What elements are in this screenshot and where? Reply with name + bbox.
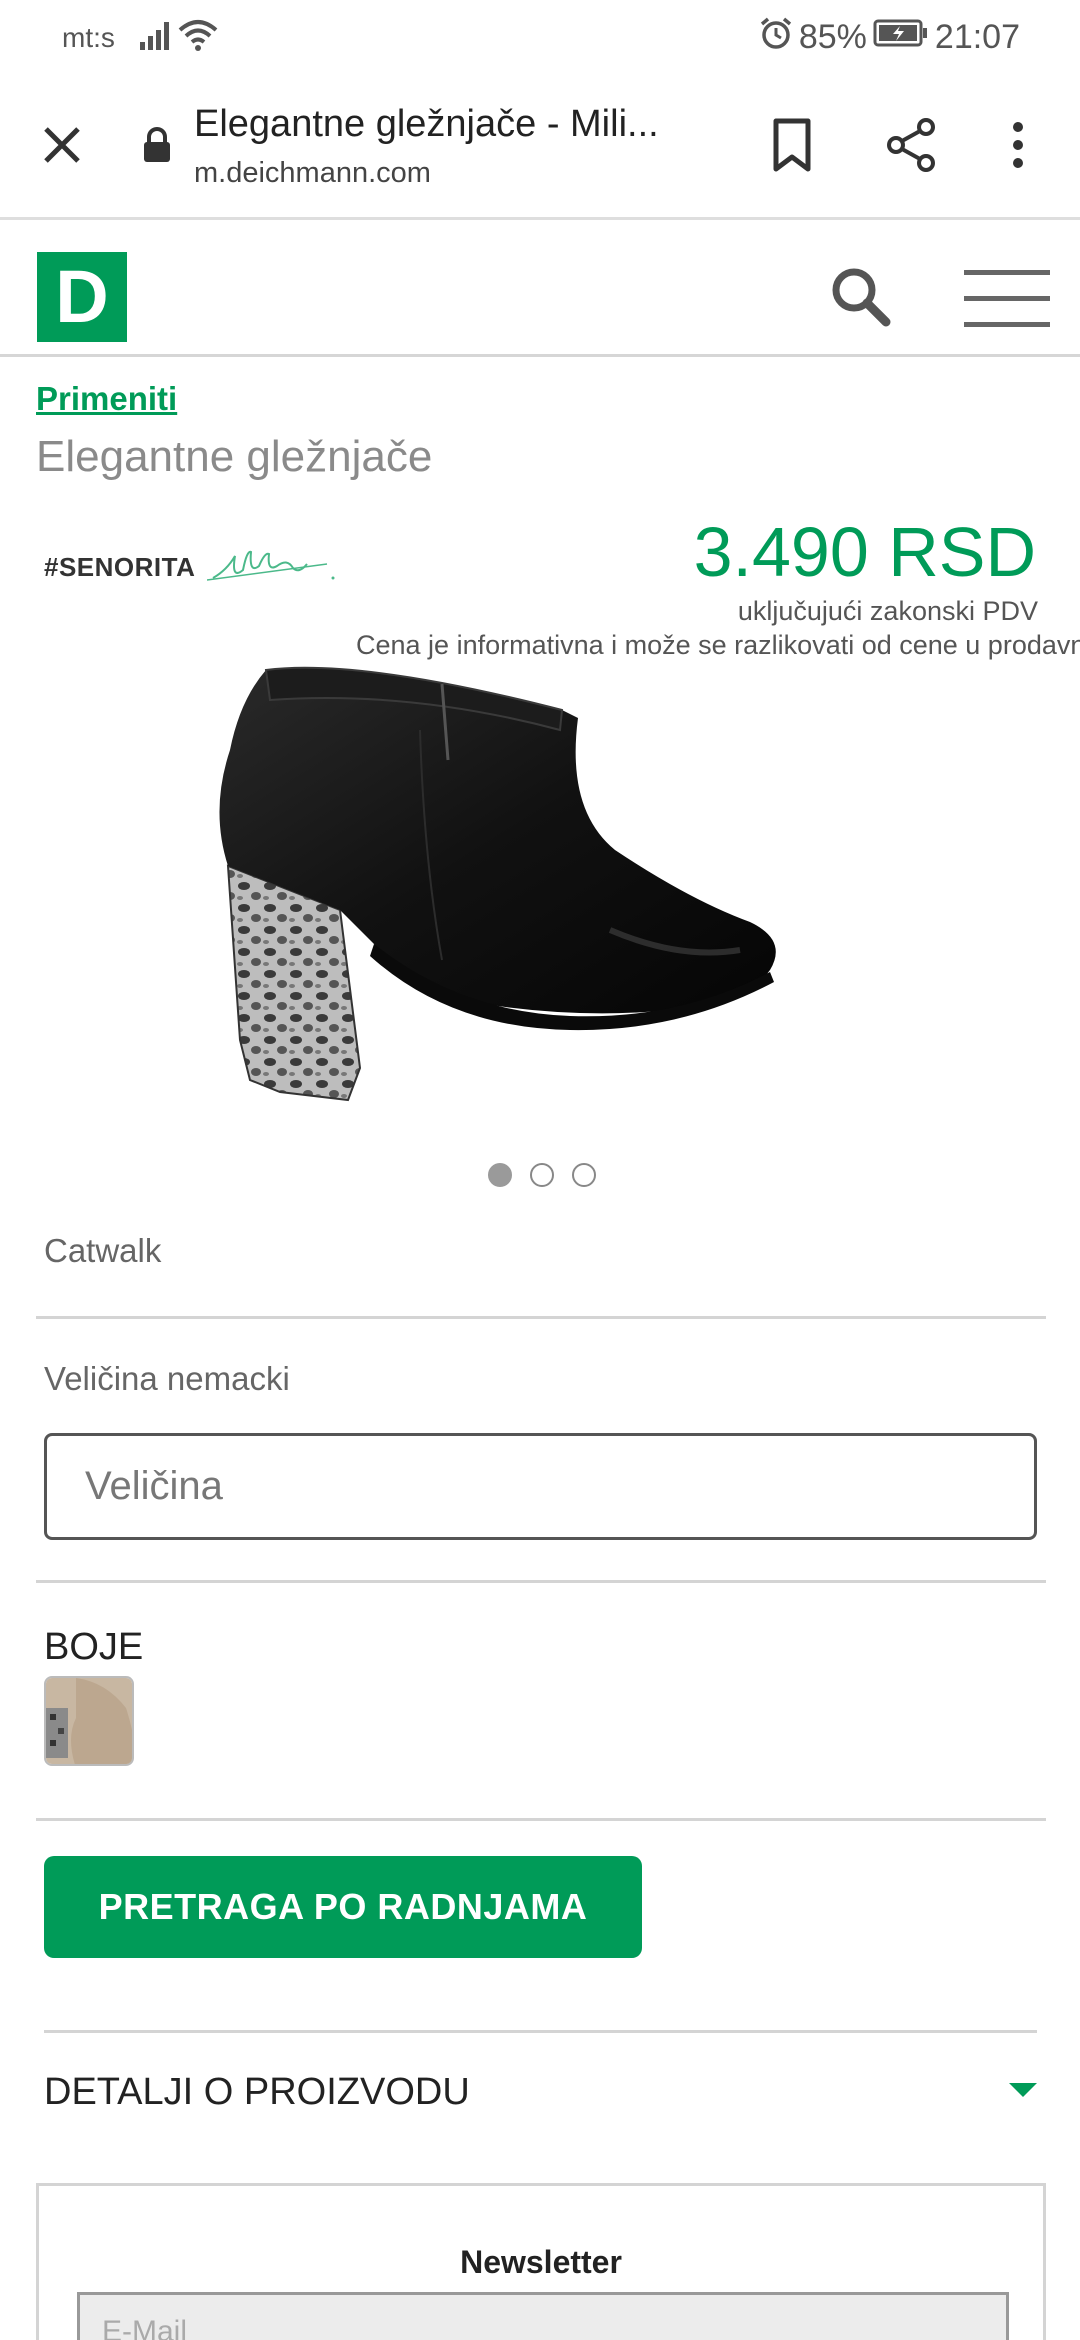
- more-vert-icon[interactable]: [1008, 117, 1028, 178]
- divider: [36, 1316, 1046, 1319]
- product-title: Elegantne gležnjače: [36, 432, 433, 481]
- image-pager: [488, 1163, 596, 1187]
- size-label: Veličina nemacki: [44, 1360, 290, 1397]
- brand-tag-text: #SENORITA: [44, 552, 196, 582]
- product-details-label: DETALJI O PROIZVODU: [44, 2070, 470, 2113]
- price-disclaimer: Cena je informativna i može se razlikova…: [356, 630, 1080, 660]
- browser-toolbar: Elegantne gležnjače - Mili... m.deichman…: [0, 75, 1080, 220]
- divider: [36, 1818, 1046, 1821]
- deichmann-logo[interactable]: D: [37, 252, 127, 342]
- signal-icon: [140, 20, 174, 55]
- close-icon[interactable]: [36, 119, 88, 171]
- breadcrumb-link[interactable]: Primeniti: [36, 380, 177, 418]
- alarm-icon: [759, 16, 793, 59]
- signature-icon: [207, 540, 347, 595]
- pager-dot[interactable]: [572, 1163, 596, 1187]
- vat-note: uključujući zakonski PDV: [737, 596, 1038, 626]
- brand-tag-logo: #SENORITA: [44, 540, 347, 595]
- search-icon[interactable]: [828, 264, 892, 333]
- logo-letter: D: [55, 255, 109, 338]
- newsletter-title: Newsletter: [460, 2244, 622, 2280]
- pager-dot[interactable]: [488, 1163, 512, 1187]
- clock-time: 21:07: [934, 18, 1020, 56]
- color-swatch-beige[interactable]: [44, 1676, 134, 1766]
- battery-percent: 85%: [798, 18, 867, 56]
- newsletter-email-field[interactable]: [77, 2292, 1009, 2340]
- divider: [36, 1580, 1046, 1583]
- status-bar: mt:s 85% 21:07: [0, 0, 1080, 75]
- chevron-down-icon: [1009, 2081, 1037, 2104]
- size-select[interactable]: [44, 1433, 1037, 1540]
- site-header: D: [0, 220, 1080, 357]
- product-price: 3.490 RSD: [693, 513, 1036, 591]
- pager-dot[interactable]: [530, 1163, 554, 1187]
- colors-label: BOJE: [44, 1626, 144, 1668]
- battery-icon: [873, 18, 929, 57]
- product-details-toggle[interactable]: DETALJI O PROIZVODU: [44, 2032, 1037, 2152]
- store-search-button[interactable]: PRETRAGA PO RADNJAMA: [44, 1856, 642, 1958]
- product-brand: Catwalk: [44, 1232, 162, 1269]
- lock-icon: [142, 127, 172, 168]
- hamburger-menu-icon[interactable]: [964, 268, 1050, 333]
- browser-url[interactable]: m.deichmann.com: [194, 157, 431, 190]
- browser-tab-title[interactable]: Elegantne gležnjače - Mili...: [194, 103, 694, 146]
- product-image[interactable]: [210, 660, 880, 1140]
- share-icon[interactable]: [884, 117, 940, 178]
- newsletter-box: Newsletter: [36, 2183, 1046, 2340]
- wifi-icon: [178, 18, 218, 57]
- carrier-name: mt:s: [62, 22, 115, 53]
- bookmark-icon[interactable]: [766, 117, 818, 178]
